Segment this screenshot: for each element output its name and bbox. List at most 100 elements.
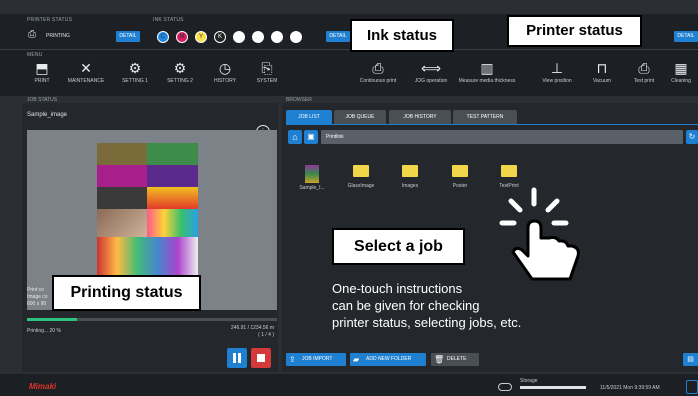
print-icon: ⬒ bbox=[35, 60, 49, 76]
ink-level-icon bbox=[252, 31, 264, 43]
folder-icon bbox=[501, 165, 517, 177]
menu-test-print-label: Test print bbox=[633, 78, 655, 84]
progress-text: Printing... 20 % bbox=[27, 328, 61, 334]
menu-cleaning-label: Cleaning bbox=[671, 78, 691, 84]
menu-setting-1-label: SETTING 1 bbox=[122, 78, 148, 84]
menu-measure-label: Measure media thickness bbox=[458, 78, 516, 84]
menu-history-label: HISTORY bbox=[213, 78, 237, 84]
datetime: 11/5/2021 Mon 9:39:59 AM bbox=[600, 385, 660, 391]
home-icon[interactable]: ⌂ bbox=[288, 130, 302, 144]
printer-icon: ⎙ bbox=[28, 29, 36, 40]
progress-fill bbox=[27, 318, 77, 321]
pause-button[interactable] bbox=[227, 348, 247, 368]
job-import-button[interactable]: ⇪ JOB IMPORT bbox=[286, 353, 346, 366]
callout-printing-status: Printing status bbox=[52, 275, 201, 311]
gears-icon: ⚙ bbox=[128, 60, 142, 76]
file-item-glassimage[interactable]: GlassImage bbox=[341, 165, 381, 189]
folder-icon bbox=[452, 165, 468, 177]
menu-setting-2[interactable]: ⚙ SETTING 2 bbox=[158, 58, 202, 84]
printer-detail-button[interactable]: DETAIL bbox=[116, 31, 140, 42]
folder-up-icon[interactable]: ▣ bbox=[304, 130, 318, 144]
file-item-label: Images bbox=[401, 183, 419, 189]
image-file-icon bbox=[305, 165, 319, 183]
view-toggle-icon[interactable]: ▤ bbox=[683, 353, 698, 366]
stop-icon bbox=[257, 354, 265, 362]
callout-ink-status: Ink status bbox=[350, 19, 454, 52]
menu-setting-1[interactable]: ⚙ SETTING 1 bbox=[113, 58, 157, 84]
menu-continuous-print-label: Continuous print bbox=[359, 78, 397, 84]
callout-description: One-touch instructions can be given for … bbox=[332, 281, 522, 330]
folder-icon bbox=[353, 165, 369, 177]
add-new-folder-button[interactable]: ▰ ADD NEW FOLDER bbox=[350, 353, 426, 366]
storage-label: Storage bbox=[520, 378, 538, 384]
path-bar bbox=[321, 130, 683, 144]
file-item-sample[interactable]: Sample_I... bbox=[292, 165, 332, 191]
menu-vacuum[interactable]: ⊓ Vacuum bbox=[580, 58, 624, 84]
ink-level-icon bbox=[290, 31, 302, 43]
menu-print[interactable]: ⬒ PRINT bbox=[20, 58, 64, 84]
file-item-label: GlassImage bbox=[347, 183, 375, 189]
job-name: Sample_image bbox=[27, 112, 68, 118]
menu-system[interactable]: ⎘ SYSTEM bbox=[245, 58, 289, 84]
menu-maintenance[interactable]: ✕ MAINTENANCE bbox=[64, 58, 108, 84]
menu-cleaning[interactable]: ▦ Cleaning bbox=[664, 58, 698, 84]
new-folder-icon: ▰ bbox=[353, 355, 360, 364]
wrench-icon: ✕ bbox=[80, 60, 92, 76]
path-text: Printlink bbox=[326, 134, 344, 140]
menu-jog-operation[interactable]: ⟺ JOG operation bbox=[409, 58, 453, 84]
delete-button[interactable]: 🗑 DELETE bbox=[431, 353, 479, 366]
measure-icon: ▥ bbox=[480, 60, 494, 76]
tab-job-list[interactable]: JOB LIST bbox=[286, 110, 332, 124]
file-item-label: Sample_I... bbox=[299, 185, 325, 191]
ink-level-icon: C bbox=[157, 31, 169, 43]
printer-status-label: PRINTER STATUS bbox=[27, 17, 73, 23]
image-count-partial: Image co bbox=[27, 294, 48, 300]
tap-hand-icon bbox=[499, 187, 580, 281]
menu-measure[interactable]: ▥ Measure media thickness bbox=[458, 58, 516, 84]
menu-continuous-print[interactable]: ⎙ Continuous print bbox=[356, 58, 400, 84]
tab-test-pattern[interactable]: TEST PATTERN bbox=[453, 110, 517, 124]
ink-level-icon bbox=[233, 31, 245, 43]
storage-bar bbox=[520, 386, 586, 389]
menu-vacuum-label: Vacuum bbox=[593, 78, 611, 84]
job-status-header: JOB STATUS bbox=[27, 97, 58, 103]
file-item-label: Poster bbox=[452, 183, 468, 189]
length-text: 246.91 / 1234.56 m bbox=[230, 325, 274, 331]
help-icon[interactable] bbox=[686, 380, 698, 394]
delete-label: DELETE bbox=[447, 356, 467, 362]
browser-header: BROWSER bbox=[286, 97, 312, 103]
ink-level-icon: M bbox=[176, 31, 188, 43]
menu-system-label: SYSTEM bbox=[256, 78, 278, 84]
system-icon: ⎘ bbox=[261, 60, 273, 76]
printer-state: PRINTING bbox=[46, 33, 70, 39]
tab-job-history[interactable]: JOB HISTORY bbox=[389, 110, 451, 124]
ink-level-icon bbox=[271, 31, 283, 43]
ink-level-icon: Y bbox=[195, 31, 207, 43]
view-position-icon: ⊥ bbox=[550, 60, 564, 76]
job-import-label: JOB IMPORT bbox=[302, 356, 333, 362]
print-preview-image bbox=[97, 143, 198, 280]
menu-maintenance-label: MAINTENANCE bbox=[67, 78, 105, 84]
refresh-icon[interactable]: ↻ bbox=[686, 130, 698, 144]
menu-print-label: PRINT bbox=[34, 78, 50, 84]
ink-detail-button[interactable]: DETAIL bbox=[326, 31, 350, 42]
menu-history[interactable]: ◷ HISTORY bbox=[203, 58, 247, 84]
ink-status-label: INK STATUS bbox=[153, 17, 184, 23]
menu-test-print[interactable]: ⎙ Test print bbox=[622, 58, 666, 84]
file-item-poster[interactable]: Poster bbox=[440, 165, 480, 189]
count-text: ( 1 / 4 ) bbox=[258, 332, 274, 338]
history-icon: ◷ bbox=[218, 60, 232, 76]
folder-icon bbox=[402, 165, 418, 177]
continuous-print-icon: ⎙ bbox=[372, 60, 384, 76]
cleaning-icon: ▦ bbox=[674, 60, 688, 76]
add-new-folder-label: ADD NEW FOLDER bbox=[366, 356, 412, 362]
jog-icon: ⟺ bbox=[420, 60, 442, 76]
status-detail-button[interactable]: DETAIL bbox=[674, 31, 698, 42]
menu-view-position-label: View position bbox=[542, 78, 572, 84]
menu-view-position[interactable]: ⊥ View position bbox=[535, 58, 579, 84]
callout-printer-status: Printer status bbox=[507, 15, 642, 47]
stop-button[interactable] bbox=[251, 348, 271, 368]
file-item-images[interactable]: Images bbox=[390, 165, 430, 189]
tab-job-queue[interactable]: JOB QUEUE bbox=[334, 110, 386, 124]
image-size-partial: 600 x 90 bbox=[27, 301, 47, 307]
